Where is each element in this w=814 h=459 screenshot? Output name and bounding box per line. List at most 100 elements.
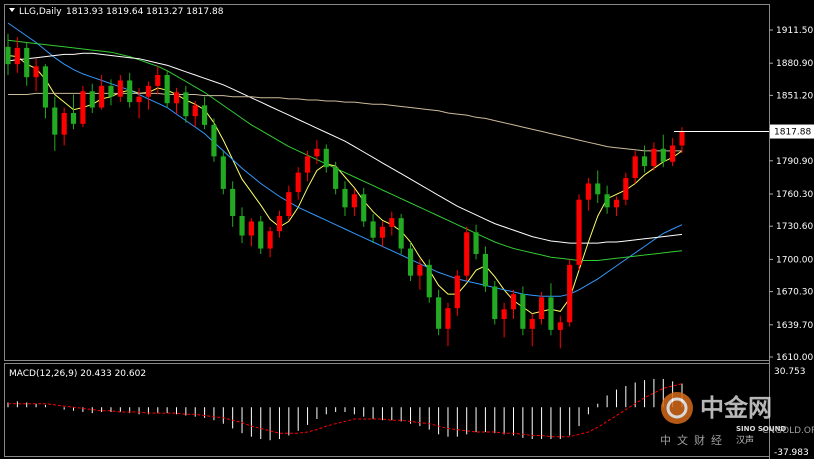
candle-body (183, 92, 189, 117)
candle (230, 181, 236, 227)
coin-logo-icon (661, 392, 693, 424)
candle (567, 259, 573, 327)
moving-averages (7, 22, 683, 315)
candle (80, 85, 86, 128)
candle-body (304, 156, 311, 173)
candle (361, 187, 367, 227)
candle-body (173, 92, 180, 104)
candle (426, 259, 432, 303)
price-tick-label: 1639.70 (776, 321, 813, 331)
candle-body (192, 105, 198, 117)
candle-body (436, 297, 442, 329)
candle-body (295, 172, 301, 193)
candle-body (539, 297, 545, 320)
price-tick-label: 1880.90 (776, 59, 813, 69)
candle (276, 210, 283, 238)
candle-body (286, 192, 292, 217)
candle (585, 178, 591, 211)
candle (539, 291, 545, 325)
candle-body (145, 85, 151, 97)
macd-histogram (7, 378, 683, 441)
macd-axis: 30.753 -37.983 (774, 367, 809, 458)
candle-body (417, 264, 423, 276)
candle (436, 289, 442, 336)
candle-body (510, 294, 517, 310)
candle-body (155, 75, 161, 86)
candle-body (211, 124, 217, 157)
price-tick-label: 1670.30 (776, 288, 813, 298)
candle-body (42, 66, 49, 108)
chart-symbol: LLG,Daily (19, 7, 62, 17)
candle-body (80, 91, 86, 124)
candle-body (557, 322, 563, 330)
macd-tick-label: -37.983 (774, 448, 809, 458)
candle-body (361, 194, 367, 222)
candle (445, 302, 451, 347)
candle-body (89, 91, 95, 108)
candle (155, 66, 161, 95)
candle-body (548, 297, 554, 330)
candle-body (482, 253, 488, 287)
candle-body (202, 105, 208, 125)
candle-body (576, 199, 582, 265)
candle-body (379, 226, 386, 238)
candle (145, 81, 151, 110)
candle (220, 150, 226, 195)
candle-body (230, 188, 236, 217)
candle (295, 167, 301, 200)
candle (379, 221, 386, 247)
candle-body (117, 80, 123, 97)
candle (595, 170, 601, 203)
candle (183, 85, 189, 123)
candle (660, 134, 666, 168)
candle-body (342, 188, 348, 208)
candle (14, 37, 20, 73)
candle-body (220, 156, 226, 189)
candle-body (14, 47, 20, 65)
candle-body (24, 47, 30, 78)
candle (24, 42, 30, 86)
candle (482, 246, 488, 292)
price-panel-frame (4, 4, 770, 361)
trading-chart: LLG,Daily 1813.93 1819.64 1813.27 1817.8… (4, 4, 814, 459)
candle-body (323, 148, 329, 168)
price-tick-label: 1911.50 (776, 26, 813, 36)
candle (417, 259, 423, 290)
watermark-sub: 中文财经 (660, 433, 728, 447)
candle (370, 213, 376, 244)
candle (248, 218, 254, 247)
macd-tick-label: 30.753 (774, 367, 806, 377)
price-tick-label: 1851.20 (776, 91, 813, 101)
candle (473, 224, 479, 260)
candle (33, 58, 39, 92)
candle (651, 142, 657, 171)
candle-body (623, 178, 629, 200)
candle (164, 70, 170, 108)
candle-body (426, 264, 432, 298)
watermark-brand: 中金网 (700, 394, 772, 422)
collapse-triangle-icon[interactable] (9, 8, 15, 12)
candle (529, 313, 535, 347)
macd-label: MACD(12,26,9) 20.433 20.602 (9, 369, 146, 379)
candle (5, 33, 11, 76)
candle (89, 83, 95, 113)
candle (501, 302, 507, 338)
candle-body (641, 156, 648, 167)
ma-line-4 (8, 92, 682, 152)
candle (333, 161, 339, 195)
price-tick-label: 1730.60 (776, 222, 813, 232)
candle (464, 226, 470, 282)
candle-body (670, 145, 676, 162)
candle (202, 96, 208, 130)
chart-ohlc: 1813.93 1819.64 1813.27 1817.88 (66, 7, 224, 17)
candle-body (239, 216, 245, 236)
price-axis: 1911.501880.901851.201820.501790.901760.… (674, 26, 814, 363)
candle-body (604, 194, 610, 208)
price-tick-label: 1790.90 (776, 157, 813, 167)
candle (389, 211, 395, 236)
candle-body (99, 85, 105, 108)
candle (679, 127, 685, 154)
candle-body (370, 221, 376, 238)
candle-body (492, 286, 498, 320)
candle-body (613, 199, 620, 208)
